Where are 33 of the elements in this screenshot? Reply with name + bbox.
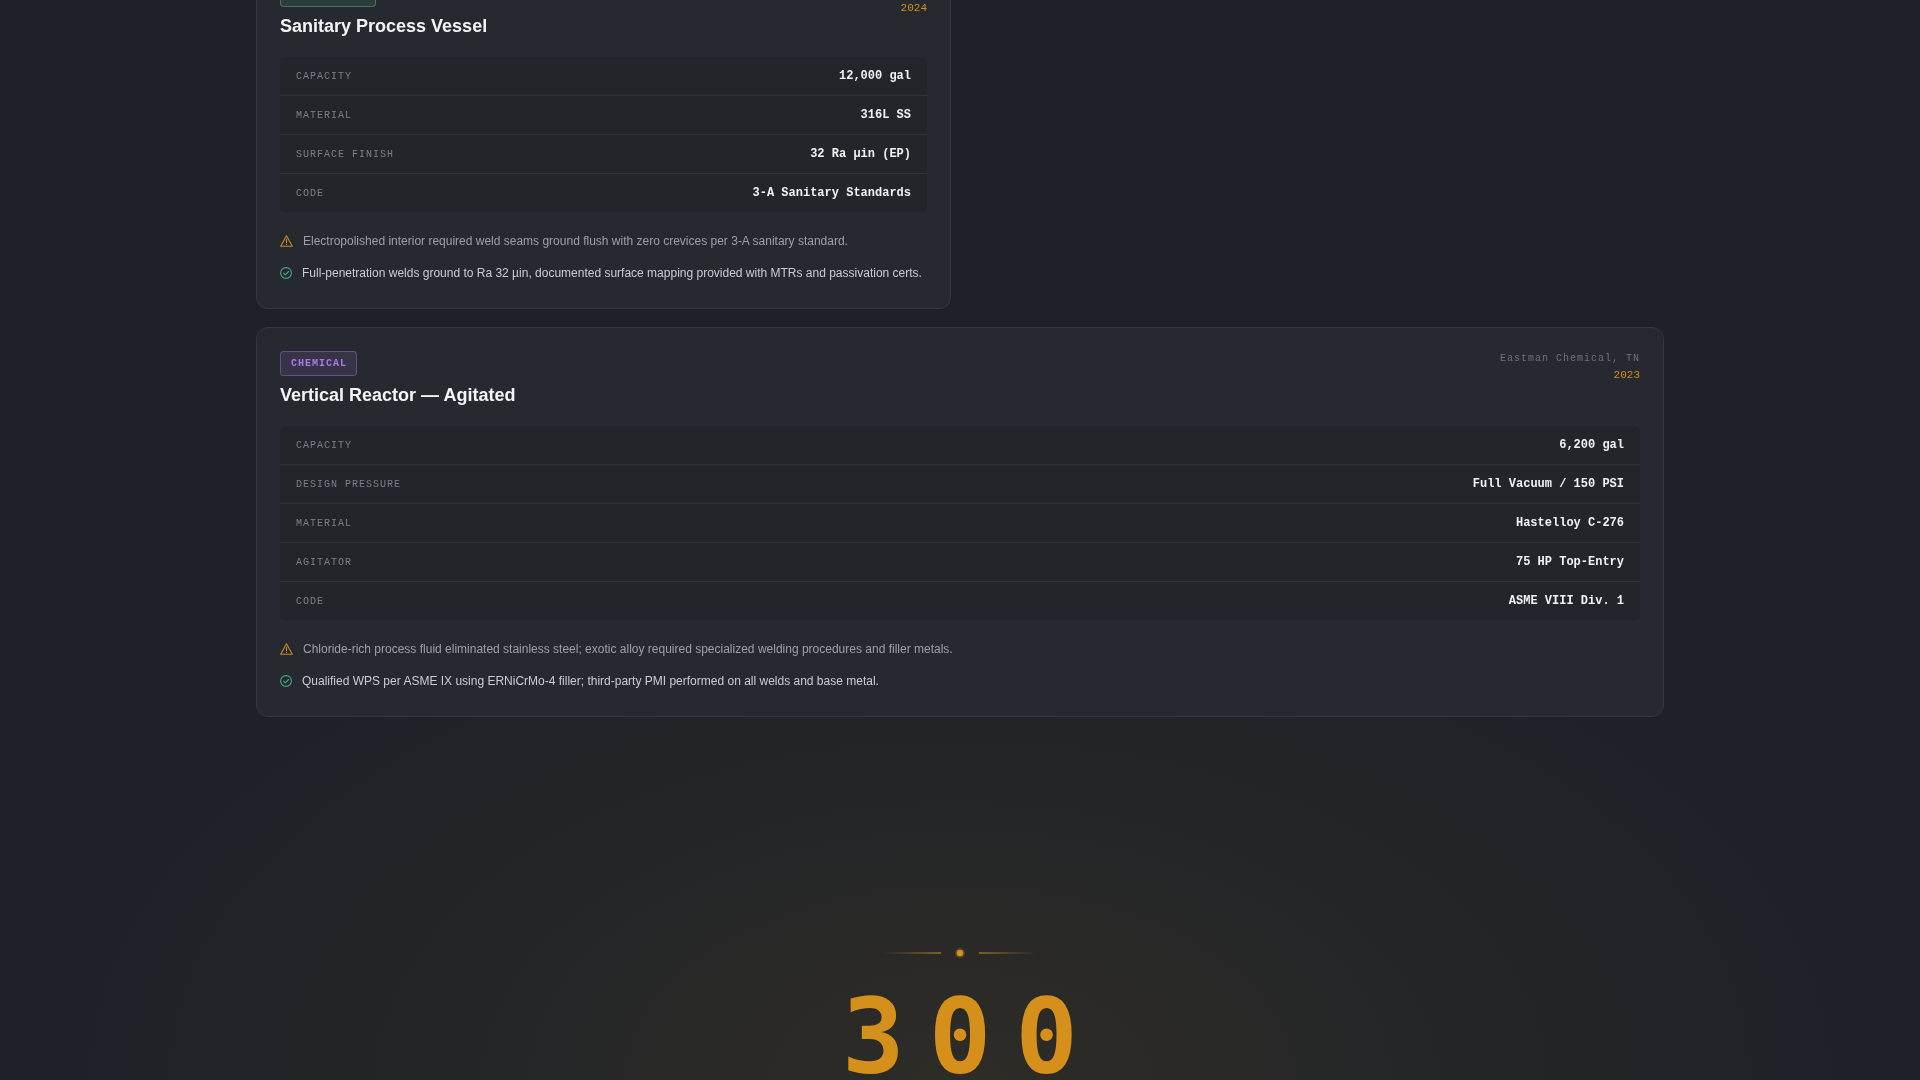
note-text: Full-penetration welds ground to Ra 32 µin, documented surface mapping provided with MTRs and passivation certs. [302,265,922,282]
spec-value: ASME VIII Div. 1 [1508,594,1624,609]
spec-label: AGITATOR [296,556,352,570]
spec-value: 12,000 gal [839,69,911,84]
spec-label: MATERIAL [296,109,352,123]
spec-label: MATERIAL [296,517,352,531]
category-tag: CHEMICAL [280,351,357,376]
spec-value: 32 Ra µin (EP) [810,147,911,162]
spec-label: CAPACITY [296,70,352,84]
check-circle-icon [280,267,292,279]
card-title: Sanitary Process Vessel [280,15,488,37]
spec-label: CAPACITY [296,439,352,453]
warning-icon [280,643,293,655]
spec-value: Full Vacuum / 150 PSI [1472,477,1624,492]
spec-value: Hastelloy C-276 [1515,516,1624,531]
year-text: 2024 [900,1,927,16]
note-text: Qualified WPS per ASME IX using ERNiCrMo-4 filler; third-party PMI performed on all welds and base metal. [302,673,879,690]
spec-label: CODE [296,187,324,201]
location-text: Eastman Chemical, TN [1499,352,1640,366]
note-text: Chloride-rich process fluid eliminated stainless steel; exotic alloy required specialized welding procedures and filler metals. [303,641,953,658]
spec-label: DESIGN PRESSURE [296,478,401,492]
year-text: 2023 [1613,368,1640,383]
spec-value: 6,200 gal [1559,438,1624,453]
hero-number: 300 [841,995,1102,1079]
card-title: Vertical Reactor — Agitated [280,384,516,406]
note-text: Electropolished interior required weld seams ground flush with zero crevices per 3-A sanitary standard. [303,233,848,250]
spec-value: 75 HP Top-Entry [1515,555,1624,570]
spec-value: 3-A Sanitary Standards [752,186,911,201]
warning-icon [280,235,293,247]
check-circle-icon [280,675,292,687]
spec-label: CODE [296,595,324,609]
spec-label: SURFACE FINISH [296,148,394,162]
spec-value: 316L SS [860,108,911,123]
